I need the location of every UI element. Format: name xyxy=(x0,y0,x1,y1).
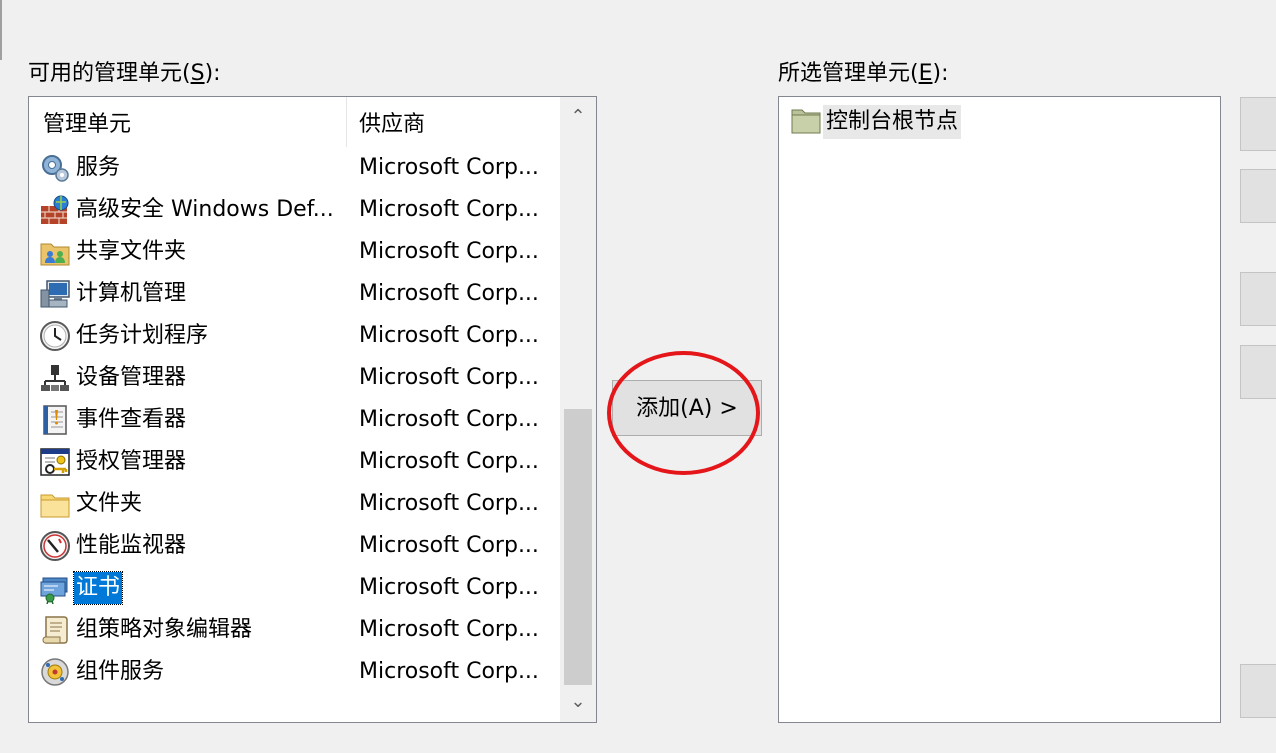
list-item[interactable]: 服务 Microsoft Corp... xyxy=(29,147,559,189)
list-header: 管理单元 供应商 xyxy=(29,97,559,147)
group-policy-icon xyxy=(42,616,68,644)
column-header-vendor[interactable]: 供应商 xyxy=(347,97,559,147)
snapin-name: 计算机管理 xyxy=(76,281,187,306)
list-item[interactable]: 组件服务 Microsoft Corp... xyxy=(29,651,559,693)
snapin-vendor: Microsoft Corp... xyxy=(359,323,539,348)
tree-node-label: 控制台根节点 xyxy=(823,105,962,139)
add-button[interactable]: 添加(A) > xyxy=(612,380,762,436)
selected-snapins-tree[interactable]: 控制台根节点 xyxy=(778,96,1221,723)
snapin-name: 性能监视器 xyxy=(76,533,187,558)
list-item[interactable]: 计算机管理 Microsoft Corp... xyxy=(29,273,559,315)
snapin-vendor: Microsoft Corp... xyxy=(359,407,539,432)
list-item[interactable]: 组策略对象编辑器 Microsoft Corp... xyxy=(29,609,559,651)
list-item[interactable]: 高级安全 Windows Def... Microsoft Corp... xyxy=(29,189,559,231)
available-snapins-list[interactable]: 管理单元 供应商 服务 Microsoft Corp... 高级安全 Windo… xyxy=(28,96,597,723)
list-item[interactable]: 设备管理器 Microsoft Corp... xyxy=(29,357,559,399)
console-root-folder-icon xyxy=(791,109,821,134)
snapin-vendor: Microsoft Corp... xyxy=(359,281,539,306)
snapin-name: 组件服务 xyxy=(76,659,165,684)
snapin-name: 文件夹 xyxy=(76,491,143,516)
gear-services-icon xyxy=(42,155,69,182)
computer-management-icon xyxy=(40,280,70,308)
selected-snapins-label: 所选管理单元(E): xyxy=(778,61,949,86)
snapin-name: 高级安全 Windows Def... xyxy=(76,197,334,222)
snapin-vendor: Microsoft Corp... xyxy=(359,197,539,222)
scroll-down-icon[interactable]: ⌄ xyxy=(560,682,596,722)
side-button[interactable] xyxy=(1240,664,1276,718)
snapin-name: 证书 xyxy=(72,571,124,605)
column-header-snapin[interactable]: 管理单元 xyxy=(29,97,347,147)
side-button[interactable] xyxy=(1240,169,1276,223)
snapin-vendor: Microsoft Corp... xyxy=(359,617,539,642)
snapin-rows: 服务 Microsoft Corp... 高级安全 Windows Def...… xyxy=(29,147,559,693)
shared-folder-icon xyxy=(40,243,70,266)
snapin-vendor: Microsoft Corp... xyxy=(359,239,539,264)
device-manager-icon xyxy=(41,365,69,391)
snapin-vendor: Microsoft Corp... xyxy=(359,491,539,516)
snapin-vendor: Microsoft Corp... xyxy=(359,449,539,474)
side-button[interactable] xyxy=(1240,272,1276,326)
snapin-name: 共享文件夹 xyxy=(76,239,187,264)
clock-icon xyxy=(40,321,70,351)
window-edge xyxy=(0,0,6,60)
list-item[interactable]: 共享文件夹 Microsoft Corp... xyxy=(29,231,559,273)
snapin-name: 事件查看器 xyxy=(76,407,187,432)
snapin-name: 授权管理器 xyxy=(76,449,187,474)
snapin-name: 组策略对象编辑器 xyxy=(76,617,253,642)
scroll-up-icon[interactable]: ⌃ xyxy=(560,97,596,137)
available-snapins-label: 可用的管理单元(S): xyxy=(28,61,221,86)
certificate-icon xyxy=(40,577,68,604)
side-button[interactable] xyxy=(1240,97,1276,151)
list-item[interactable]: 文件夹 Microsoft Corp... xyxy=(29,483,559,525)
scroll-thumb[interactable] xyxy=(564,409,592,685)
snapin-name: 设备管理器 xyxy=(76,365,187,390)
component-services-icon xyxy=(41,658,69,686)
snapin-name: 服务 xyxy=(76,155,121,180)
snapin-vendor: Microsoft Corp... xyxy=(359,155,539,180)
snapin-vendor: Microsoft Corp... xyxy=(359,533,539,558)
list-item[interactable]: 任务计划程序 Microsoft Corp... xyxy=(29,315,559,357)
snapin-vendor: Microsoft Corp... xyxy=(359,365,539,390)
side-button[interactable] xyxy=(1240,345,1276,399)
list-item[interactable]: 证书 Microsoft Corp... xyxy=(29,567,559,609)
list-item[interactable]: 授权管理器 Microsoft Corp... xyxy=(29,441,559,483)
authorization-manager-icon xyxy=(40,448,70,476)
list-item[interactable]: 事件查看器 Microsoft Corp... xyxy=(29,399,559,441)
firewall-icon xyxy=(41,195,69,224)
performance-monitor-icon xyxy=(40,531,70,561)
snapin-name: 任务计划程序 xyxy=(76,323,209,348)
list-item[interactable]: 性能监视器 Microsoft Corp... xyxy=(29,525,559,567)
event-viewer-icon xyxy=(43,405,67,435)
snapin-vendor: Microsoft Corp... xyxy=(359,659,539,684)
snapin-vendor: Microsoft Corp... xyxy=(359,575,539,600)
folder-icon xyxy=(40,494,70,518)
vertical-scrollbar[interactable]: ⌃ ⌄ xyxy=(560,97,596,722)
